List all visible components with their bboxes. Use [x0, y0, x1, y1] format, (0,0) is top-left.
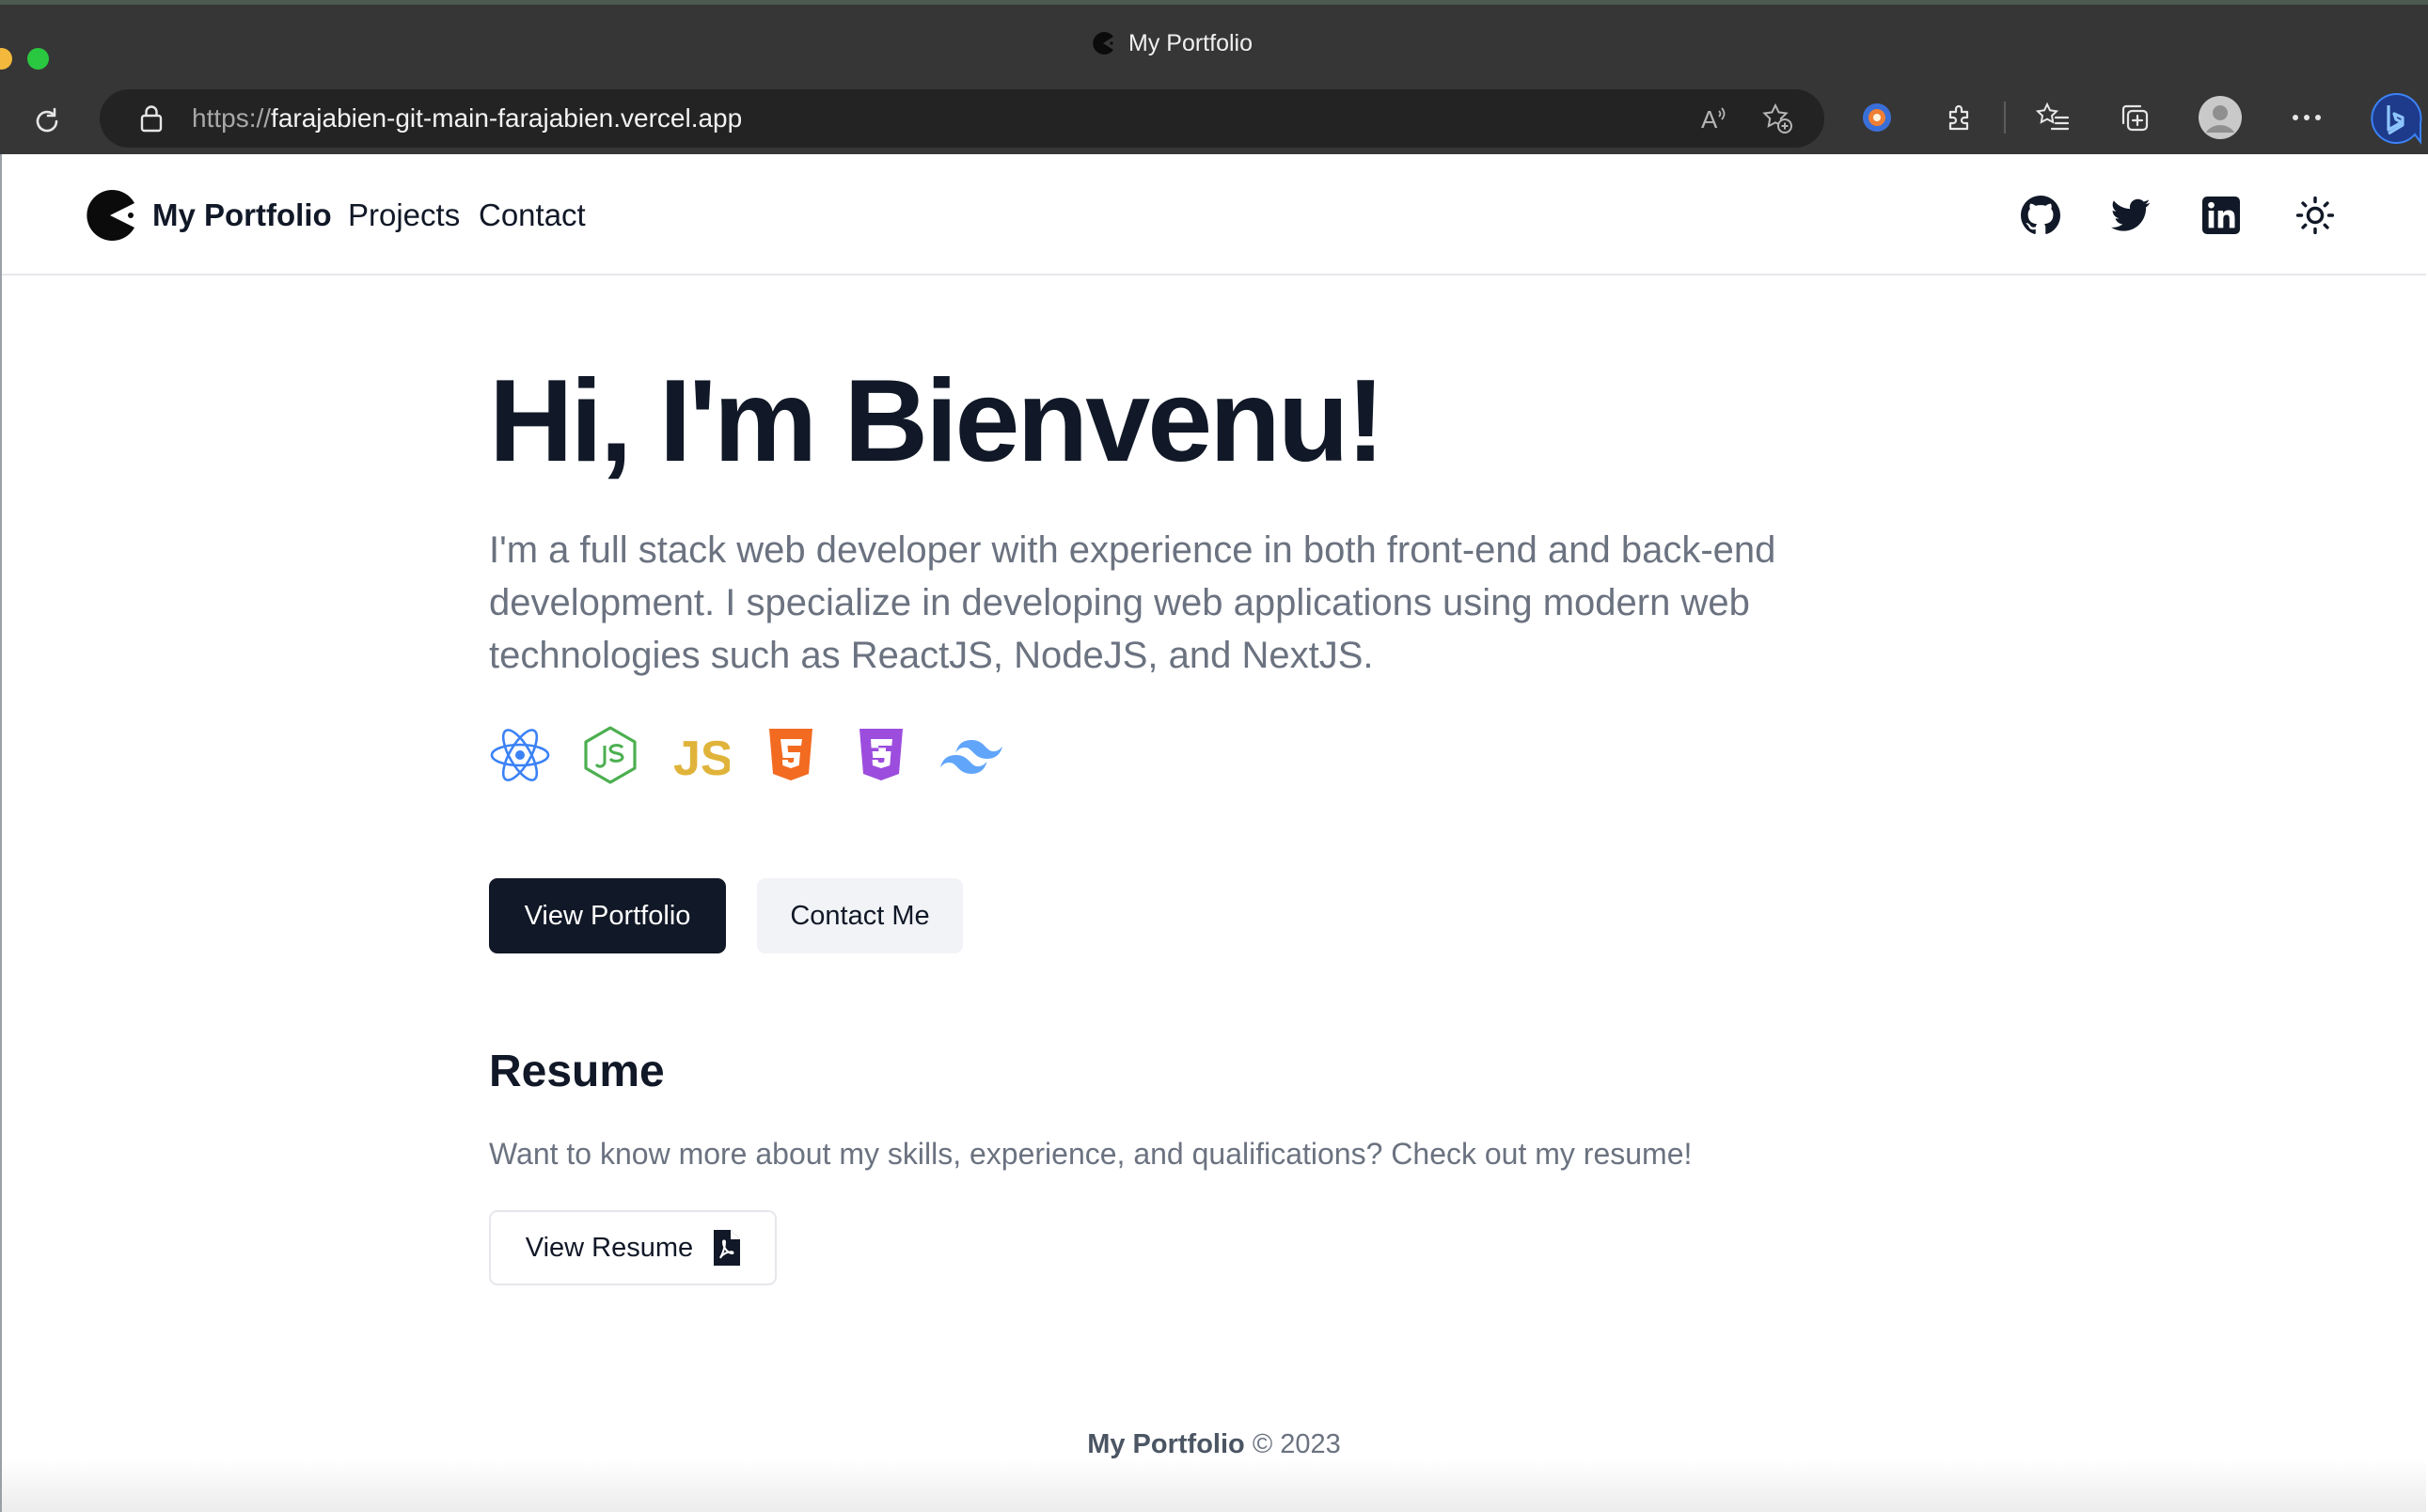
github-icon[interactable]: [2017, 192, 2064, 239]
linkedin-icon[interactable]: [2198, 192, 2245, 239]
hero-title: Hi, I'm Bienvenu!: [489, 356, 1385, 486]
profile-icon[interactable]: [2197, 94, 2244, 141]
pdf-file-icon: [714, 1230, 741, 1266]
extension-app-icon[interactable]: [1853, 94, 1900, 141]
svg-text:A: A: [1701, 105, 1718, 134]
footer: My Portfolio © 2023: [2, 1429, 2426, 1460]
view-portfolio-button[interactable]: View Portfolio: [489, 878, 726, 953]
nav-link-projects[interactable]: Projects: [348, 197, 460, 233]
theme-toggle-sun-icon[interactable]: [2292, 192, 2339, 239]
resume-title: Resume: [489, 1047, 665, 1096]
lock-icon[interactable]: [135, 102, 167, 134]
bottom-fade: [2, 1459, 2426, 1512]
tailwind-icon: [940, 724, 1002, 786]
tab-title: My Portfolio: [1128, 29, 1253, 56]
html5-icon: [760, 724, 822, 786]
react-icon: [489, 724, 551, 786]
collections-icon[interactable]: [2111, 94, 2158, 141]
page: My Portfolio Projects Contact Hi, I'm Bi…: [0, 154, 2428, 1512]
browser-chrome: My Portfolio https://farajabien-git-main…: [0, 0, 2428, 154]
tech-stack: JS: [489, 724, 1031, 786]
view-resume-button[interactable]: View Resume: [489, 1210, 777, 1285]
contact-me-button[interactable]: Contact Me: [757, 878, 963, 953]
minimize-window-button[interactable]: [0, 48, 12, 70]
navbar: My Portfolio Projects Contact: [2, 154, 2426, 276]
svg-text:JS: JS: [673, 732, 730, 780]
twitter-icon[interactable]: [2107, 192, 2154, 239]
add-favorite-icon[interactable]: [1760, 102, 1794, 135]
nav-link-contact[interactable]: Contact: [479, 197, 586, 233]
bing-icon[interactable]: [2368, 90, 2424, 147]
view-resume-label: View Resume: [525, 1232, 694, 1263]
resume-description: Want to know more about my skills, exper…: [489, 1137, 1693, 1171]
javascript-icon: JS: [670, 724, 732, 786]
favorites-icon[interactable]: [2029, 94, 2076, 141]
footer-copyright: © 2023: [1252, 1429, 1341, 1459]
browser-tab[interactable]: My Portfolio: [1091, 26, 1253, 60]
footer-brand: My Portfolio: [1087, 1429, 1245, 1459]
hero-description: I'm a full stack web developer with expe…: [489, 529, 1776, 676]
nodejs-icon: [579, 724, 641, 786]
brand-link[interactable]: My Portfolio: [83, 188, 332, 243]
zoom-window-button[interactable]: [27, 48, 49, 70]
url-text[interactable]: https://farajabien-git-main-farajabien.v…: [192, 103, 742, 134]
refresh-icon[interactable]: [23, 97, 71, 146]
brand-logo-icon: [87, 190, 134, 241]
tab-favicon-icon: [1093, 32, 1113, 55]
more-icon[interactable]: [2283, 94, 2330, 141]
brand-text: My Portfolio: [152, 197, 332, 232]
extensions-icon[interactable]: [1936, 94, 1983, 141]
css3-icon: [850, 724, 912, 786]
window-top-strip: [0, 0, 2428, 5]
address-bar[interactable]: https://farajabien-git-main-farajabien.v…: [100, 89, 1824, 148]
toolbar-divider: [2004, 102, 2006, 134]
read-aloud-icon[interactable]: A: [1697, 102, 1731, 135]
